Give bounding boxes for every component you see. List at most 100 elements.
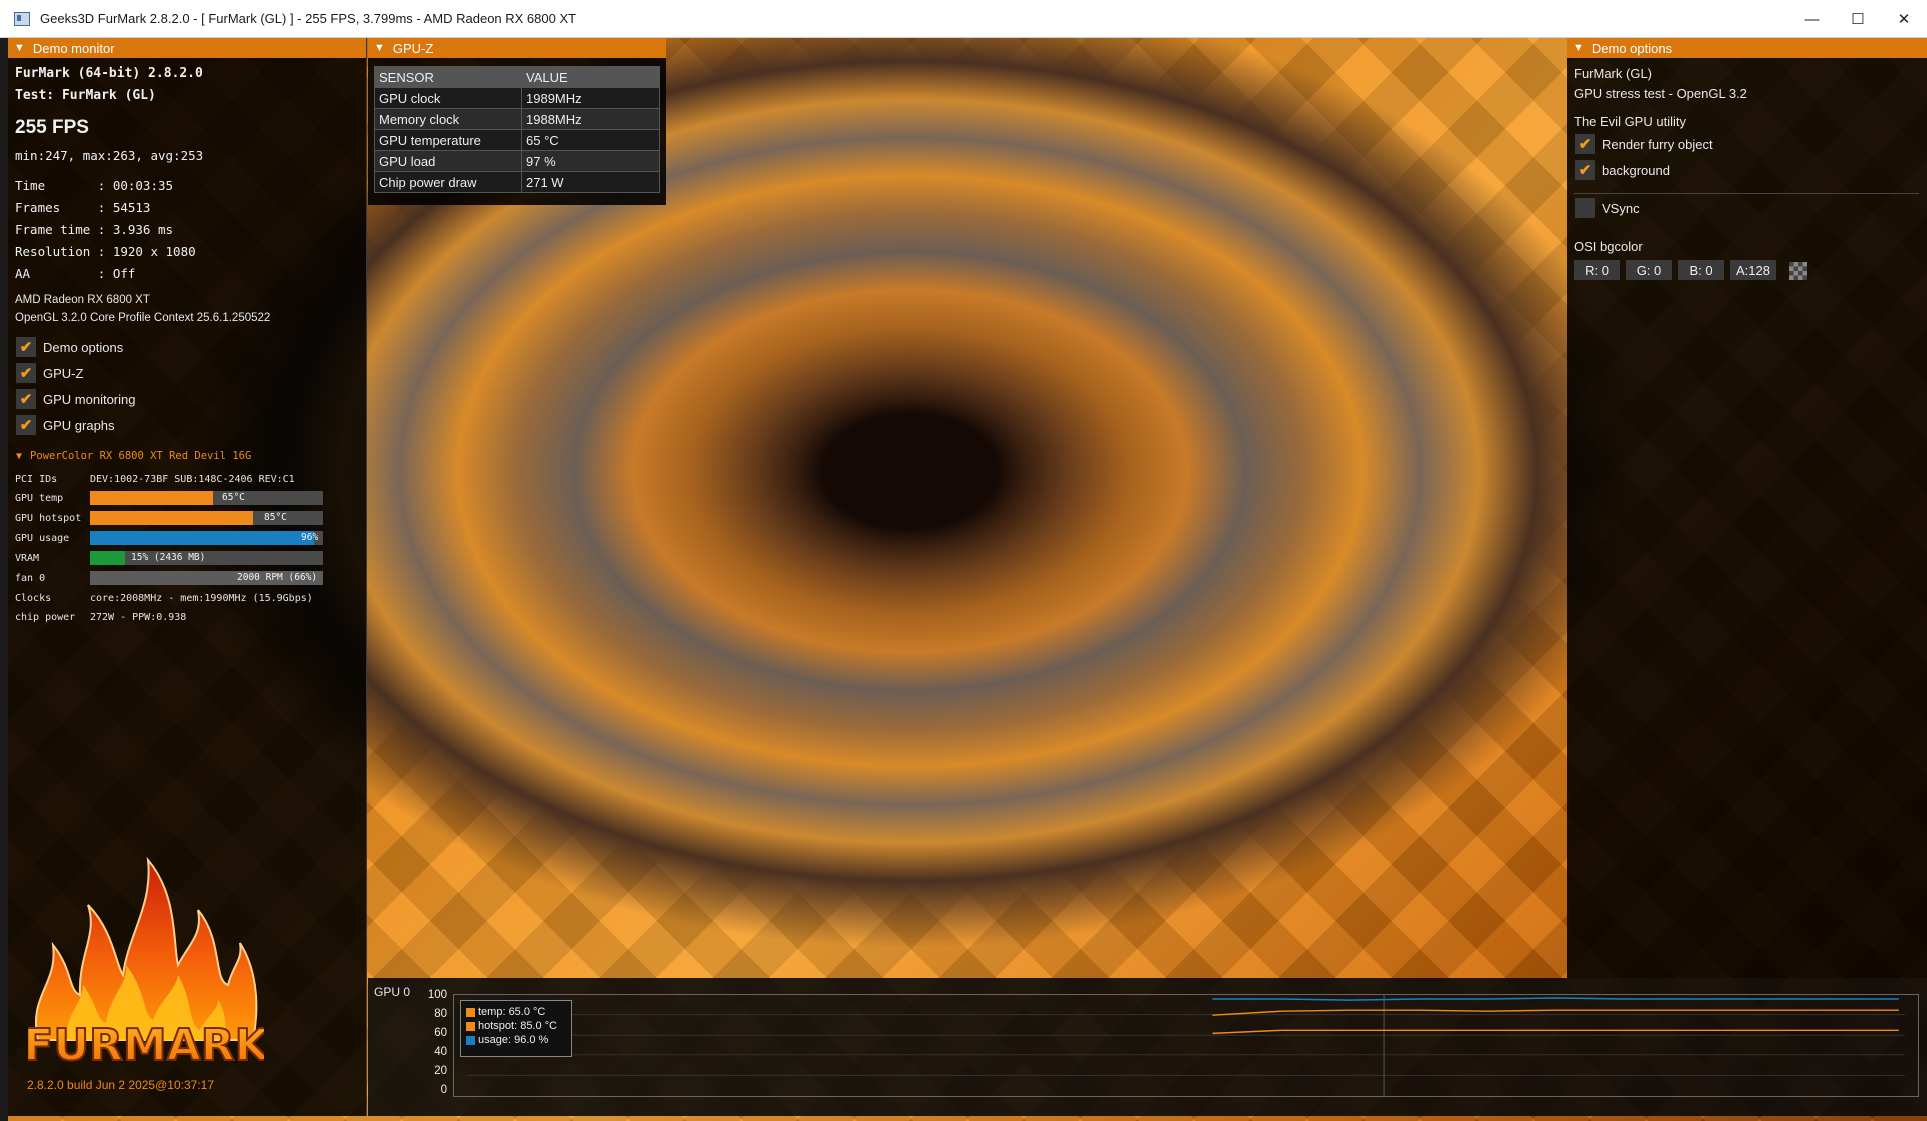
gl-context: OpenGL 3.2.0 Core Profile Context 25.6.1… [15,312,271,324]
demo-options-header[interactable]: ▼ Demo options [1567,38,1927,58]
maximize-button[interactable]: ☐ [1835,0,1881,38]
fps-stats: min:247, max:263, avg:253 [15,148,204,163]
sensor-value: 97 % [521,150,660,172]
gpu-temp-bar: 65°C [90,491,323,505]
gpuz-panel: ▼ GPU-Z SENSOR VALUE GPU clock 1989MHz M… [368,38,666,205]
table-row: GPU clock 1989MHz [374,87,660,109]
y-tick-label: 40 [434,1046,447,1058]
bar-fill [90,531,314,545]
bgcolor-b-field[interactable]: B: 0 [1678,260,1724,280]
color-swatch[interactable] [1789,262,1807,280]
gpu-monitoring-header[interactable]: ▼ PowerColor RX 6800 XT Red Devil 16G [16,450,251,462]
pci-value: DEV:1002-73BF SUB:148C-2406 REV:C1 [90,473,295,485]
vram-label: VRAM [15,552,40,564]
checkbox-label: GPU graphs [43,417,115,433]
checkbox-demo-options[interactable]: ✔ Demo options [16,337,123,357]
gpu-temp-value: 65°C [222,492,245,503]
series-line-usage [1212,997,1899,1001]
gpu-temp-row: GPU temp 65°C [15,490,323,506]
sensor-value: 1989MHz [521,87,660,109]
checkbox-label: GPU monitoring [43,391,136,407]
logo-text: FURMARK [28,1020,264,1071]
gpu-model-title: PowerColor RX 6800 XT Red Devil 16G [30,450,252,462]
checkbox-vsync[interactable]: VSync [1575,198,1640,218]
gpu-hotspot-value: 85°C [264,512,287,523]
gpu-graph-panel: GPU 0 100 80 60 40 20 0 temp: 65.0 °C ho… [368,978,1927,1116]
collapse-triangle-icon: ▼ [14,42,25,54]
demo-monitor-header[interactable]: ▼ Demo monitor [8,38,366,58]
clocks-row: Clocks core:2008MHz - mem:1990MHz (15.9G… [15,590,313,606]
table-row: Memory clock 1988MHz [374,108,660,130]
collapse-triangle-icon: ▼ [1573,42,1584,54]
checkbox-render-furry-object[interactable]: ✔ Render furry object [1575,134,1713,154]
checkmark-icon: ✔ [16,415,36,435]
graph-title: GPU 0 [374,985,411,999]
app-version-line: FurMark (64-bit) 2.8.2.0 [15,66,203,81]
checkbox-gpu-graphs[interactable]: ✔ GPU graphs [16,415,115,435]
section-title: The Evil GPU utility [1574,114,1686,129]
checkmark-icon: ✔ [1575,160,1595,180]
sensor-name: Memory clock [374,108,522,130]
minimize-button[interactable]: — [1789,0,1835,38]
table-row: GPU load 97 % [374,150,660,172]
close-button[interactable]: ✕ [1881,0,1927,38]
sensor-name: Chip power draw [374,171,522,193]
checkbox-gpu-z[interactable]: ✔ GPU-Z [16,363,83,383]
divider [1574,193,1919,194]
gpu-usage-value: 96% [301,532,319,543]
checkbox-label: Render furry object [1602,136,1713,152]
collapse-triangle-icon: ▼ [374,42,385,54]
gpuz-header[interactable]: ▼ GPU-Z [368,38,666,58]
stat-frames: Frames : 54513 [15,200,151,215]
window-title: Geeks3D FurMark 2.8.2.0 - [ FurMark (GL)… [40,11,577,26]
gpu-name: AMD Radeon RX 6800 XT [15,294,150,306]
checkbox-background[interactable]: ✔ background [1575,160,1670,180]
gpu-hotspot-bar: 85°C [90,511,323,525]
fan-value: 2000 RPM (66%) [237,572,318,583]
sensor-value: 271 W [521,171,660,193]
legend-swatch [466,1021,475,1031]
pci-label: PCI IDs [15,473,58,485]
bgcolor-r-field[interactable]: R: 0 [1574,260,1620,280]
checkmark-icon: ✔ [16,337,36,357]
checkmark-icon: ✔ [16,363,36,383]
demo-subtitle: GPU stress test - OpenGL 3.2 [1574,86,1747,101]
legend-label: usage: 96.0 % [478,1034,549,1046]
checkbox-label: VSync [1602,200,1640,216]
checkbox-label: background [1602,162,1670,178]
bgcolor-g-field[interactable]: G: 0 [1626,260,1672,280]
y-tick-label: 0 [440,1084,447,1096]
table-row: GPU temperature 65 °C [374,129,660,151]
gpu-hotspot-row: GPU hotspot 85°C [15,510,323,526]
legend-item-temp: temp: 65.0 °C [466,1006,545,1018]
clocks-label: Clocks [15,592,52,604]
y-tick-label: 20 [434,1065,447,1077]
build-info: 2.8.2.0 build Jun 2 2025@10:37:17 [27,1078,214,1092]
title-bar: Geeks3D FurMark 2.8.2.0 - [ FurMark (GL)… [0,0,1927,38]
vram-row: VRAM 15% (2436 MB) [15,550,323,566]
column-header-sensor: SENSOR [374,66,522,88]
demo-options-panel: ▼ Demo options FurMark (GL) GPU stress t… [1567,38,1927,978]
legend-label: temp: 65.0 °C [478,1006,546,1018]
bgcolor-label: OSI bgcolor [1574,239,1643,254]
test-name-line: Test: FurMark (GL) [15,88,156,103]
gpuz-title: GPU-Z [392,40,434,56]
stat-frame-time: Frame time : 3.936 ms [15,222,174,237]
stat-aa: AA : Off [15,266,136,281]
y-tick-label: 80 [434,1008,447,1020]
pci-ids-row: PCI IDs DEV:1002-73BF SUB:148C-2406 REV:… [15,471,295,487]
demo-title: FurMark (GL) [1574,66,1652,81]
sensor-name: GPU temperature [374,129,522,151]
bgcolor-a-field[interactable]: A:128 [1730,260,1776,280]
legend-swatch [466,1035,475,1045]
series-layer [1212,997,1899,1035]
demo-options-title: Demo options [1591,40,1673,56]
unchecked-box-icon [1575,198,1595,218]
checkbox-gpu-monitoring[interactable]: ✔ GPU monitoring [16,389,135,409]
fan-bar: 2000 RPM (66%) [90,571,323,585]
checkbox-label: GPU-Z [43,365,84,381]
checkmark-icon: ✔ [1575,134,1595,154]
checkbox-label: Demo options [43,339,124,355]
table-header-row: SENSOR VALUE [374,66,660,88]
stat-time: Time : 00:03:35 [15,178,174,193]
